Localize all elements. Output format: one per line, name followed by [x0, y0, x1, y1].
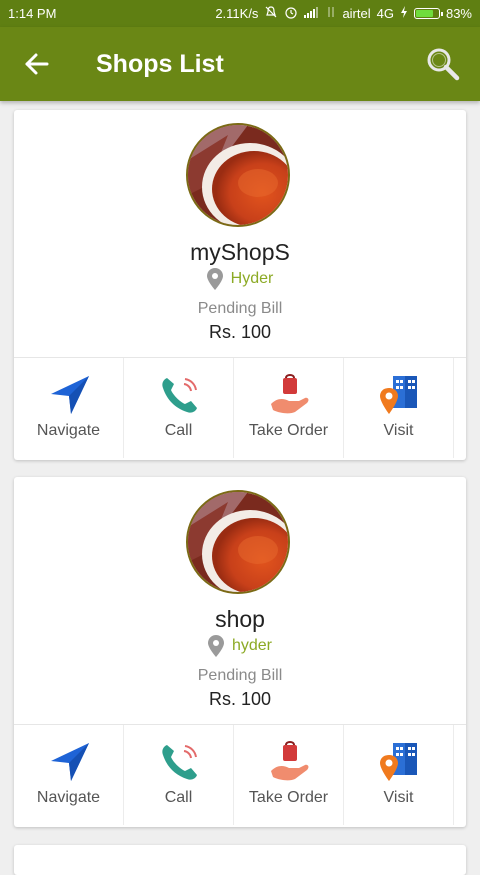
battery-icon [413, 8, 443, 19]
phone-icon [162, 745, 197, 780]
pending-bill-label: Pending Bill [197, 667, 283, 684]
shop-name: myShopS [190, 239, 290, 265]
signal-icon [304, 6, 320, 21]
battery-percent: 83% [445, 6, 472, 21]
navigate-label: Navigate [36, 422, 101, 439]
battery-tip [440, 12, 443, 16]
pending-bill-amount: Rs. 100 [208, 322, 272, 342]
battery-level [415, 10, 433, 17]
page-title: Shops List [96, 50, 224, 78]
shopping-bag-hand-icon [271, 741, 309, 781]
status-bar: 1:14 PM 2.11K/s airtel 4G 83% [0, 0, 480, 27]
take-order-button[interactable]: Take Order [234, 358, 344, 458]
shop-card-partial[interactable] [14, 845, 466, 875]
search-icon [427, 48, 460, 81]
shop-avatar [186, 490, 290, 594]
charging-icon [400, 6, 408, 21]
mute-icon [264, 5, 278, 22]
shop-location: Hyder [14, 268, 466, 290]
visit-label: Visit [383, 422, 414, 439]
visit-button[interactable]: Visit [344, 725, 454, 825]
status-indicators: 2.11K/s airtel 4G 83% [215, 5, 472, 22]
carrier-name: airtel [342, 6, 371, 21]
phone-icon [162, 378, 197, 413]
network-speed: 2.11K/s [215, 6, 259, 21]
navigate-button[interactable]: Navigate [14, 358, 124, 458]
location-pin-icon [207, 635, 224, 657]
navigate-arrow-icon [51, 376, 89, 414]
navigate-label: Navigate [36, 789, 101, 806]
data-arrows-icon [326, 6, 336, 21]
network-type: 4G [376, 6, 394, 21]
visit-button[interactable]: Visit [344, 358, 454, 458]
arrow-back-icon [25, 53, 49, 75]
navigate-arrow-icon [51, 743, 89, 781]
card-actions: Navigate Call Take Order Visit [14, 358, 466, 458]
shop-card[interactable]: shop hyder Pending Bill Rs. 100 Navigate… [14, 477, 466, 827]
back-button[interactable] [22, 49, 52, 79]
visit-building-pin-icon [380, 376, 417, 414]
call-label: Call [164, 422, 193, 439]
search-button[interactable] [424, 45, 462, 83]
call-button[interactable]: Call [124, 358, 234, 458]
app-bar: Shops List [0, 27, 480, 101]
take-order-label: Take Order [248, 422, 329, 439]
shopping-bag-hand-icon [271, 374, 309, 414]
call-button[interactable]: Call [124, 725, 234, 825]
card-actions: Navigate Call Take Order Visit [14, 725, 466, 825]
status-time: 1:14 PM [8, 6, 57, 21]
pending-bill-label: Pending Bill [197, 300, 283, 317]
shop-avatar [186, 123, 290, 227]
location-text: Hyder [230, 270, 274, 287]
visit-label: Visit [383, 789, 414, 806]
shop-name: shop [215, 606, 265, 632]
alarm-icon [284, 5, 298, 22]
navigate-button[interactable]: Navigate [14, 725, 124, 825]
pending-bill-amount: Rs. 100 [208, 689, 272, 709]
shop-location: hyder [14, 635, 466, 657]
spice-bowl-image [188, 125, 288, 225]
spice-bowl-image [188, 492, 288, 592]
take-order-label: Take Order [248, 789, 329, 806]
location-pin-icon [206, 268, 223, 290]
visit-building-pin-icon [380, 743, 417, 781]
shop-card[interactable]: myShopS Hyder Pending Bill Rs. 100 Navig… [14, 110, 466, 460]
take-order-button[interactable]: Take Order [234, 725, 344, 825]
location-text: hyder [231, 637, 273, 654]
call-label: Call [164, 789, 193, 806]
